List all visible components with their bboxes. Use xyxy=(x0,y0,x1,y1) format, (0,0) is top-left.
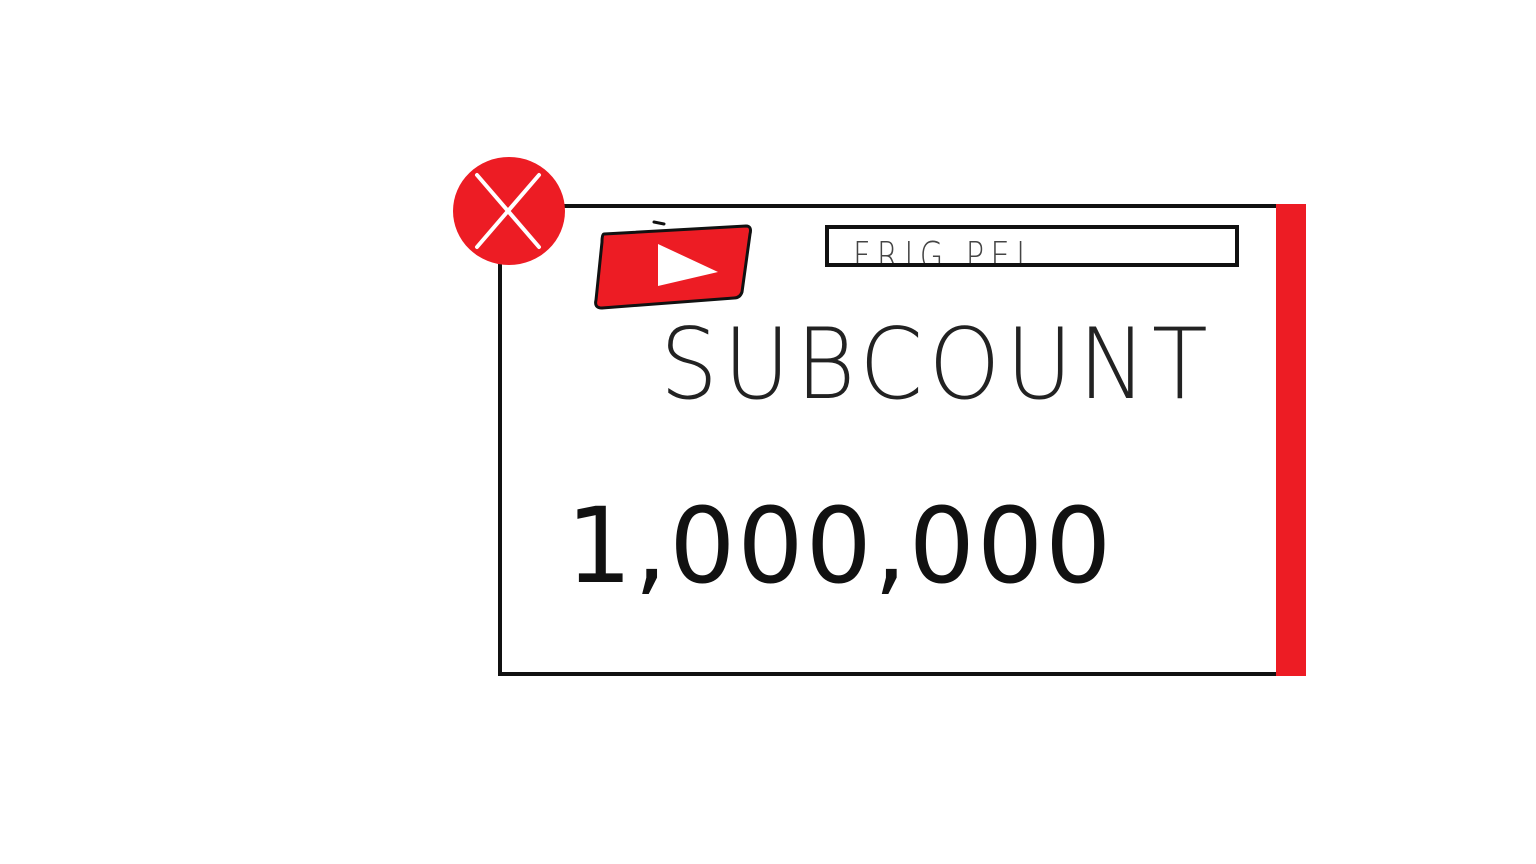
close-icon xyxy=(475,173,541,249)
close-button[interactable] xyxy=(453,157,565,265)
youtube-play-icon xyxy=(594,220,752,310)
channel-name: FRIG PEI xyxy=(853,234,1032,267)
subcount-title: SUBCOUNT xyxy=(660,308,1214,422)
scrollbar[interactable] xyxy=(1276,204,1306,676)
youtube-logo xyxy=(592,214,752,312)
subcount-value: 1,000,000 xyxy=(566,485,1114,607)
channel-name-field[interactable]: FRIG PEI xyxy=(825,225,1239,267)
